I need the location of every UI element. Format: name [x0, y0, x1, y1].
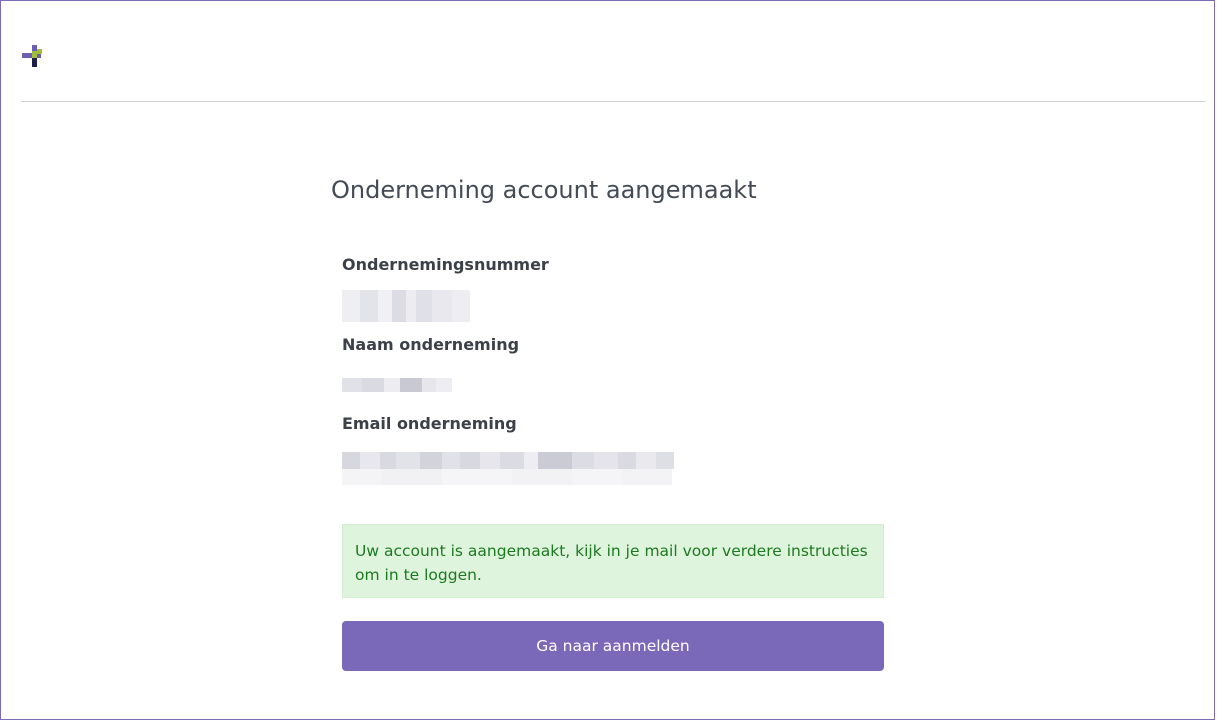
company-name-label: Naam onderneming [342, 335, 520, 354]
company-number-value-redacted [342, 290, 470, 322]
company-email-value-redacted-line1 [342, 452, 674, 469]
page-frame: Onderneming account aangemaakt Ondernemi… [0, 0, 1215, 720]
page-title: Onderneming account aangemaakt [331, 176, 757, 204]
success-alert: Uw account is aangemaakt, kijk in je mai… [342, 524, 884, 598]
company-name-value-redacted [342, 378, 452, 392]
go-to-login-button[interactable]: Ga naar aanmelden [342, 621, 884, 671]
logo-icon[interactable] [22, 45, 46, 69]
header-divider [21, 101, 1205, 102]
company-email-value-redacted-line2 [342, 469, 672, 485]
company-number-label: Ondernemingsnummer [342, 255, 549, 274]
company-email-label: Email onderneming [342, 414, 517, 433]
